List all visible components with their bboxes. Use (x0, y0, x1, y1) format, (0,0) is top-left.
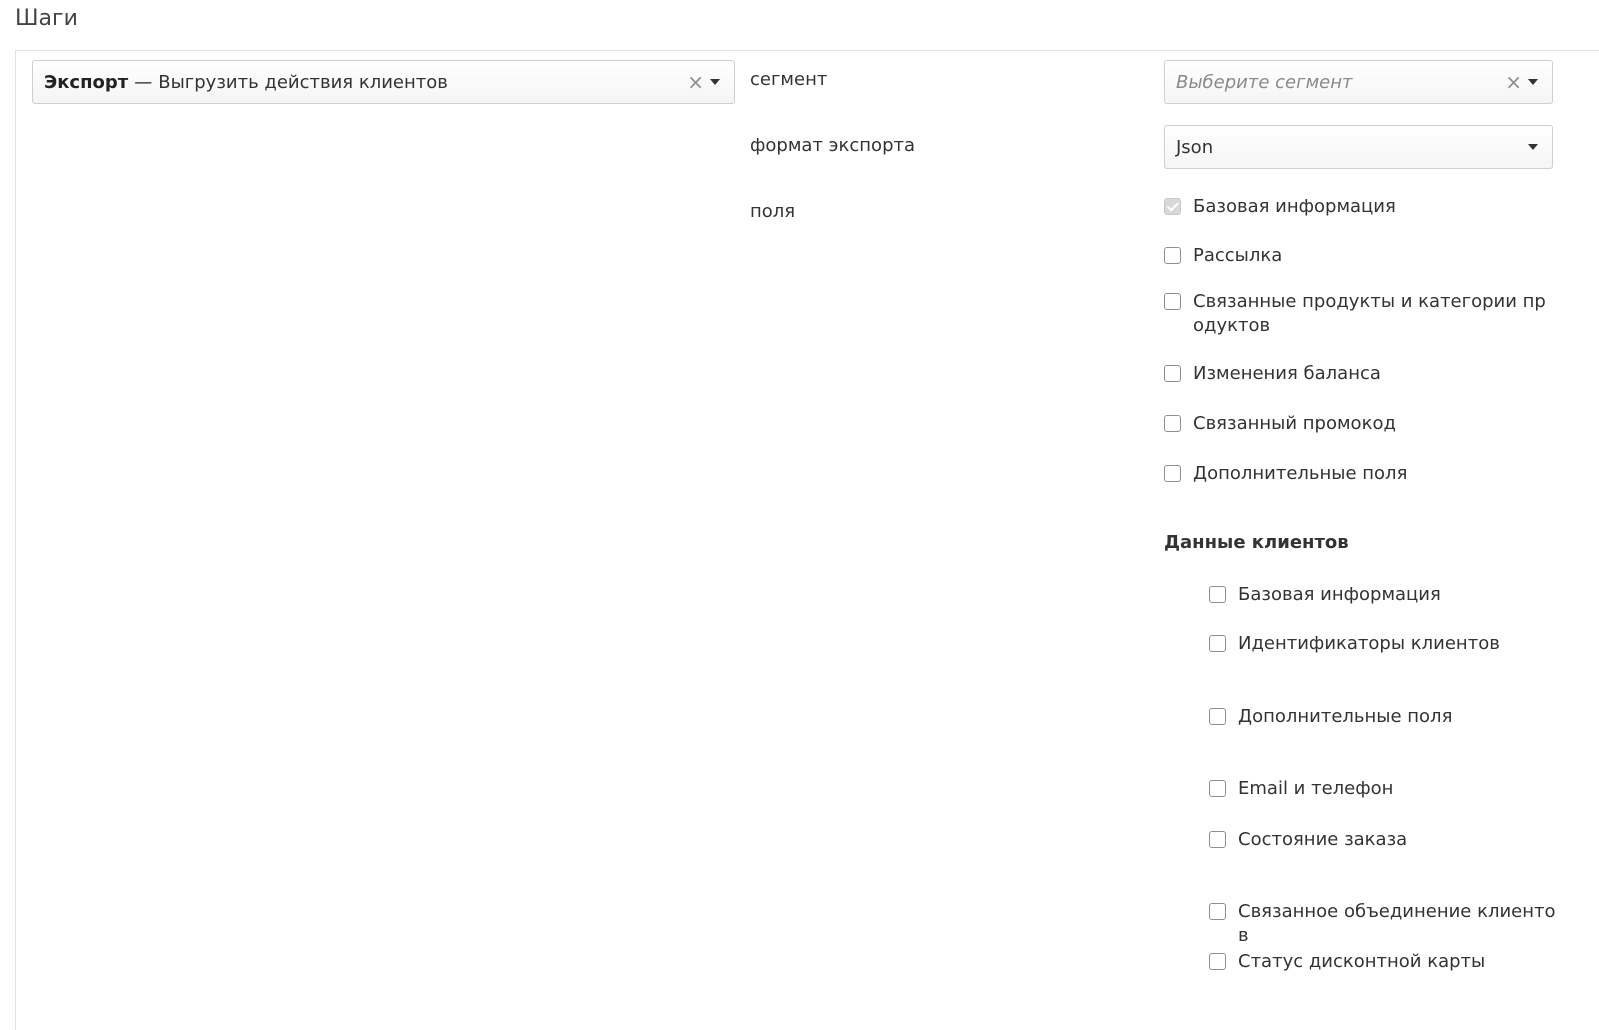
checkbox-label: Связанные продукты и категории продуктов (1193, 291, 1546, 336)
customer-field-checkbox-row[interactable]: Статус дисконтной карты (1209, 950, 1558, 974)
chevron-down-icon[interactable] (710, 79, 720, 85)
step-select[interactable]: Экспорт — Выгрузить действия клиентов × (32, 60, 735, 104)
checkbox[interactable] (1164, 293, 1181, 310)
customer-field-checkbox-row[interactable]: Email и телефон (1209, 777, 1558, 801)
checkbox[interactable] (1209, 953, 1226, 970)
customer-field-checkbox-row[interactable]: Базовая информация (1209, 583, 1558, 607)
checkbox[interactable] (1164, 365, 1181, 382)
checkbox[interactable] (1209, 586, 1226, 603)
format-select-controls (1528, 126, 1538, 168)
checkbox[interactable] (1164, 247, 1181, 264)
checkbox-label: Связанный промокод (1193, 413, 1396, 434)
field-checkbox-row[interactable]: Связанные продукты и категории продуктов (1164, 290, 1553, 338)
step-select-controls: × (687, 61, 720, 103)
checkbox[interactable] (1209, 831, 1226, 848)
export-format-value: Json (1176, 136, 1214, 158)
checkbox-label: Статус дисконтной карты (1238, 951, 1486, 972)
checkbox-label: Email и телефон (1238, 778, 1394, 799)
checkbox-label: Дополнительные поля (1193, 463, 1408, 484)
customer-field-checkbox-row[interactable]: Дополнительные поля (1209, 705, 1558, 729)
field-checkbox-row[interactable]: Рассылка (1164, 244, 1553, 268)
chevron-down-icon[interactable] (1528, 79, 1538, 85)
customer-field-checkbox-row[interactable]: Связанное объединение клиентов (1209, 900, 1558, 948)
checkbox-label: Идентификаторы клиентов (1238, 633, 1500, 654)
export-format-select[interactable]: Json (1164, 125, 1553, 169)
step-kind: Экспорт (44, 71, 129, 93)
page-title: Шаги (15, 6, 78, 31)
checkbox-label: Изменения баланса (1193, 363, 1381, 384)
checkbox-label: Базовая информация (1193, 196, 1396, 217)
chevron-down-icon[interactable] (1528, 144, 1538, 150)
checkbox[interactable] (1209, 635, 1226, 652)
checkbox-label: Состояние заказа (1238, 829, 1408, 850)
field-checkbox-row[interactable]: Дополнительные поля (1164, 462, 1553, 486)
segment-label: сегмент (750, 69, 828, 90)
export-format-label: формат экспорта (750, 135, 916, 156)
segment-placeholder: Выберите сегмент (1176, 71, 1353, 93)
checkbox[interactable] (1164, 198, 1181, 215)
customer-field-checkbox-row[interactable]: Идентификаторы клиентов (1209, 632, 1558, 656)
checkbox[interactable] (1209, 708, 1226, 725)
checkbox-label: Дополнительные поля (1238, 706, 1453, 727)
segment-select-controls: × (1505, 61, 1538, 103)
step-name: Выгрузить действия клиентов (158, 71, 448, 93)
checkbox[interactable] (1164, 465, 1181, 482)
field-checkbox-row[interactable]: Связанный промокод (1164, 412, 1553, 436)
checkbox[interactable] (1209, 903, 1226, 920)
checkbox-label: Базовая информация (1238, 584, 1441, 605)
field-checkbox-row[interactable]: Изменения баланса (1164, 362, 1553, 386)
checkbox-label: Рассылка (1193, 245, 1283, 266)
field-checkbox-row[interactable]: Базовая информация (1164, 195, 1553, 219)
segment-select[interactable]: Выберите сегмент × (1164, 60, 1553, 104)
step-separator: — (134, 71, 153, 93)
checkbox[interactable] (1209, 780, 1226, 797)
checkbox-label: Связанное объединение клиентов (1238, 901, 1556, 946)
fields-label: поля (750, 201, 796, 222)
customer-field-checkbox-row[interactable]: Состояние заказа (1209, 828, 1558, 852)
clear-icon[interactable]: × (687, 72, 704, 92)
checkbox[interactable] (1164, 415, 1181, 432)
clear-icon[interactable]: × (1505, 72, 1522, 92)
customer-data-title: Данные клиентов (1164, 532, 1349, 553)
